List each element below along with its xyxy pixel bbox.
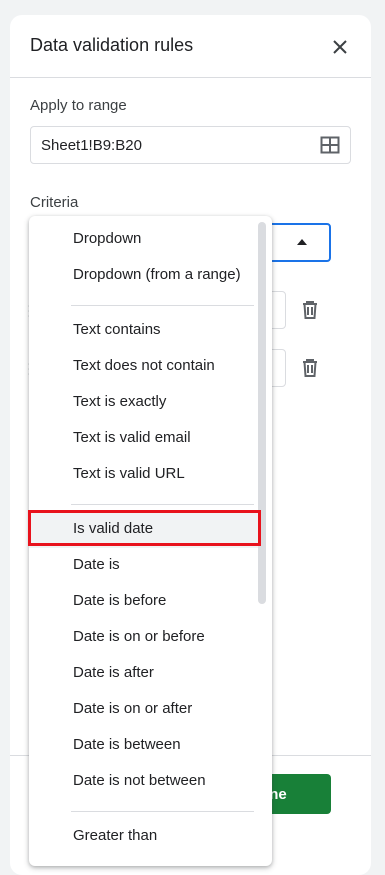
menu-item-label: Date is	[73, 556, 120, 573]
range-value: Sheet1!B9:B20	[41, 137, 142, 154]
header-divider	[10, 77, 371, 78]
menu-item-date-before[interactable]: Date is before	[29, 584, 259, 620]
menu-item-label: Date is on or after	[73, 700, 193, 717]
grid-icon[interactable]	[320, 136, 340, 154]
panel-title: Data validation rules	[30, 35, 194, 55]
menu-item-label: Text contains	[73, 321, 161, 338]
menu-separator	[71, 811, 254, 812]
menu-item-label: Date is not between	[73, 772, 206, 789]
menu-item-date-after[interactable]: Date is after	[29, 656, 259, 692]
menu-item-valid-url[interactable]: Text is valid URL	[29, 457, 259, 493]
menu-item-label: Greater than	[73, 827, 158, 844]
close-button[interactable]	[328, 35, 352, 59]
menu-separator	[71, 504, 254, 505]
trash-icon[interactable]	[298, 356, 322, 380]
menu-item-label: Text does not contain	[73, 357, 215, 374]
menu-item-date-is[interactable]: Date is	[29, 548, 259, 584]
menu-item-date-on-or-before[interactable]: Date is on or before	[29, 620, 259, 656]
menu-item-greater-than[interactable]: Greater than	[29, 819, 259, 855]
close-icon	[333, 40, 347, 54]
caret-up-icon	[297, 239, 307, 245]
highlight-annotation	[28, 510, 261, 546]
menu-item-label: Text is exactly	[73, 393, 167, 410]
menu-item-dropdown-from-range[interactable]: Dropdown (from a range)	[29, 258, 259, 294]
menu-item-text-contains[interactable]: Text contains	[29, 313, 259, 349]
trash-icon[interactable]	[298, 298, 322, 322]
menu-item-label: Date is before	[73, 592, 167, 609]
menu-item-date-on-or-after[interactable]: Date is on or after	[29, 692, 259, 728]
menu-item-label: Text is valid URL	[73, 465, 185, 482]
menu-item-valid-email[interactable]: Text is valid email	[29, 421, 259, 457]
menu-item-date-not-between[interactable]: Date is not between	[29, 764, 259, 800]
apply-to-range-label: Apply to range	[30, 97, 127, 114]
menu-item-label: Date is on or before	[73, 628, 205, 645]
menu-item-date-between[interactable]: Date is between	[29, 728, 259, 764]
menu-scrollbar[interactable]	[258, 222, 266, 604]
menu-item-label: Dropdown	[73, 230, 142, 247]
range-input[interactable]: Sheet1!B9:B20	[30, 126, 351, 164]
menu-item-text-exactly[interactable]: Text is exactly	[29, 385, 259, 421]
menu-item-label: Date is between	[73, 736, 181, 753]
menu-item-dropdown[interactable]: Dropdown	[29, 222, 259, 258]
menu-item-label: Text is valid email	[73, 429, 191, 446]
menu-item-label: Date is after	[73, 664, 154, 681]
menu-item-text-not-contain[interactable]: Text does not contain	[29, 349, 259, 385]
menu-item-label: Dropdown (from a range)	[73, 266, 241, 283]
criteria-label: Criteria	[30, 194, 79, 211]
menu-separator	[71, 305, 254, 306]
